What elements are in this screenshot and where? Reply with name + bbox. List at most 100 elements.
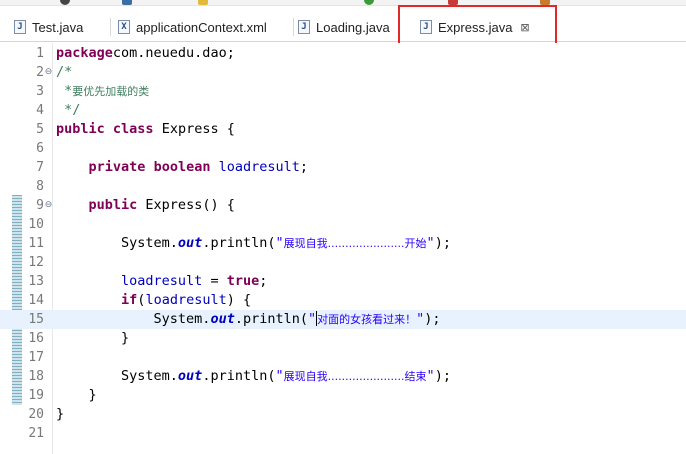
tab-label: Express.java (438, 19, 513, 35)
tab-test-java[interactable]: J Test.java (8, 14, 108, 40)
line-number: 12 (28, 255, 44, 270)
code-token: " (275, 368, 284, 384)
code-text: } (56, 386, 97, 405)
line-number: 21 (28, 426, 44, 441)
code-token: ) { (226, 292, 252, 308)
code-token: " (426, 368, 435, 384)
code-line[interactable]: 2 ⊖/* (0, 63, 686, 82)
java-file-icon: J (420, 20, 432, 34)
code-line[interactable]: 1 packagecom.neuedu.dao; (0, 44, 686, 63)
line-number: 7 (36, 160, 44, 175)
line-number: 5 (36, 122, 44, 137)
tab-express-java[interactable]: J Express.java ⊠ (414, 14, 544, 40)
code-line[interactable]: 14 if(loadresult) { (0, 291, 686, 310)
tab-label: Test.java (32, 19, 84, 35)
line-number: 11 (28, 236, 44, 251)
code-token: System. (56, 368, 178, 384)
code-token: 展现自我......................开始 (283, 237, 427, 250)
code-token: Express() { (137, 197, 235, 213)
code-token: ; (259, 273, 268, 289)
code-token: true (226, 273, 260, 289)
tab-application-context-xml[interactable]: X applicationContext.xml (112, 14, 292, 40)
editor-tab-bar: J Test.java X applicationContext.xml J L… (0, 6, 686, 42)
code-token: * (56, 83, 73, 99)
toolbar-button-icon[interactable] (60, 0, 70, 5)
code-text: System.out.println("展现自我................… (56, 367, 451, 386)
line-number: 2 (36, 65, 44, 80)
code-line[interactable]: 12 (0, 253, 686, 272)
code-editor[interactable]: 1 packagecom.neuedu.dao; 2 ⊖/* 3 *要优先加载的类 4 *… (0, 43, 686, 454)
java-file-icon: J (298, 20, 310, 34)
code-line[interactable]: 6 (0, 139, 686, 158)
code-token: ; (299, 159, 309, 175)
code-token: .println( (234, 311, 308, 327)
line-number: 18 (28, 369, 44, 384)
tab-loading-java[interactable]: J Loading.java (292, 14, 396, 40)
code-line[interactable]: 7 private boolean loadresult; (0, 158, 686, 177)
code-text: public class Express { (56, 120, 235, 139)
line-number: 17 (28, 350, 44, 365)
code-line[interactable]: 5 public class Express { (0, 120, 686, 139)
line-number: 13 (28, 274, 44, 289)
code-token: " (275, 235, 284, 251)
toolbar-button-icon[interactable] (122, 0, 132, 5)
code-token: } (56, 406, 65, 422)
code-token: com.neuedu.dao; (112, 45, 235, 61)
code-text: *要优先加载的类 (56, 82, 149, 101)
fold-toggle-icon[interactable]: ⊖ (44, 68, 53, 77)
code-text: private boolean loadresult; (56, 158, 309, 177)
code-line[interactable]: 20} (0, 405, 686, 424)
toolbar-button-icon[interactable] (198, 0, 208, 5)
code-line[interactable]: 19 } (0, 386, 686, 405)
code-token: ); (434, 235, 451, 251)
code-line[interactable]: 18 System.out.println("展现自我.............… (0, 367, 686, 386)
code-line[interactable]: 3 *要优先加载的类 (0, 82, 686, 101)
code-token: */ (56, 102, 81, 118)
toolbar-button-icon[interactable] (540, 0, 550, 5)
code-line[interactable]: 21 (0, 424, 686, 443)
fold-toggle-icon[interactable]: ⊖ (44, 201, 53, 210)
line-number: 8 (36, 179, 44, 194)
code-token: package (56, 45, 113, 61)
code-token: ); (424, 311, 441, 327)
code-text: System.out.println("展现自我................… (56, 234, 451, 253)
code-line[interactable]: 13 loadresult = true; (0, 272, 686, 291)
code-line[interactable]: 15 System.out.println("对面的女孩看过来！"); (0, 310, 686, 329)
code-token: .println( (202, 235, 276, 251)
code-token: 要优先加载的类 (72, 85, 150, 98)
code-line[interactable]: 8 (0, 177, 686, 196)
line-number: 15 (28, 312, 44, 327)
code-line[interactable]: 16 } (0, 329, 686, 348)
code-token: out (177, 368, 203, 384)
code-token: .println( (202, 368, 276, 384)
code-token: out (210, 311, 235, 327)
code-line[interactable]: 10 (0, 215, 686, 234)
code-line[interactable]: 17 (0, 348, 686, 367)
code-token: System. (56, 235, 178, 251)
code-line[interactable]: 11 System.out.println("展现自我.............… (0, 234, 686, 253)
code-token: Express { (153, 121, 235, 137)
code-line[interactable]: 9 ⊖ public Express() { (0, 196, 686, 215)
close-tab-icon[interactable]: ⊠ (520, 21, 529, 34)
toolbar-button-icon[interactable] (448, 0, 458, 5)
code-text: } (56, 405, 64, 424)
code-token: if (121, 292, 138, 308)
code-token: loadresult (218, 159, 300, 175)
code-token: 对面的女孩看过来！ (317, 313, 417, 326)
code-token: " (307, 311, 317, 327)
line-number: 4 (36, 103, 44, 118)
code-text: public Express() { (56, 196, 235, 215)
code-token: ); (434, 368, 451, 384)
code-token: boolean (153, 159, 211, 175)
code-token: loadresult (145, 292, 227, 308)
code-text: if(loadresult) { (56, 291, 251, 310)
code-token: } (56, 330, 130, 346)
toolbar-button-icon[interactable] (364, 0, 374, 5)
code-line[interactable]: 4 */ (0, 101, 686, 120)
line-number: 10 (28, 217, 44, 232)
